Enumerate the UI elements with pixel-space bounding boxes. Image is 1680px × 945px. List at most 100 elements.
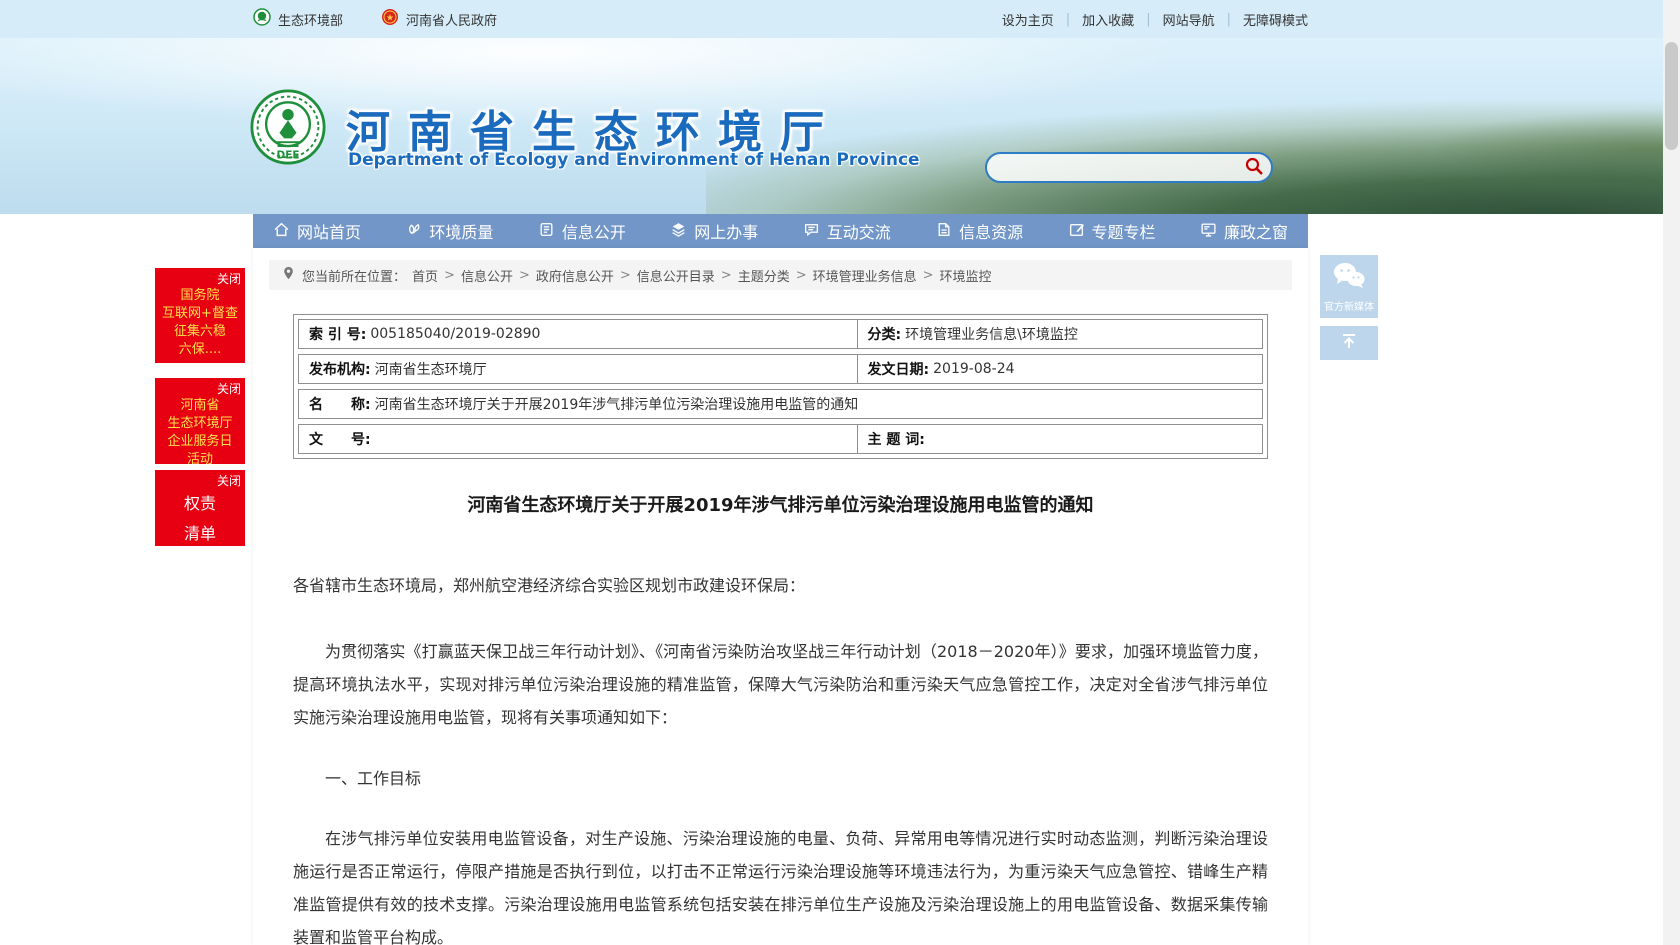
document-meta-table: 索 引 号: 005185040/2019-02890 分类: 环境管理业务信息… [293, 314, 1268, 459]
notice-line: 河南省 [155, 397, 245, 415]
home-icon [273, 221, 290, 242]
field-value: 河南省生态环境厅关于开展2019年涉气排污单位污染治理设施用电监管的通知 [375, 394, 859, 414]
notice-line: 国务院 [155, 287, 245, 305]
chat-icon [803, 221, 820, 242]
logo-abbr: DEE [277, 149, 300, 161]
dee-logo: DEE [250, 89, 326, 165]
notice-line: 企业服务日 [155, 433, 245, 451]
nav-item-environment-quality[interactable]: 环境质量 [405, 219, 493, 243]
separator: | [1146, 12, 1150, 27]
field-label: 分类: [868, 324, 902, 344]
table-row: 名 称: 河南省生态环境厅关于开展2019年涉气排污单位污染治理设施用电监管的通… [298, 389, 1263, 419]
breadcrumb-link[interactable]: 信息公开目录 [637, 266, 715, 285]
accessibility-mode-link[interactable]: 无障碍模式 [1243, 10, 1308, 29]
scrollbar-thumb[interactable] [1665, 42, 1678, 150]
issue-date-cell: 发文日期: 2019-08-24 [858, 355, 1262, 383]
nav-item-online-services[interactable]: 网上办事 [670, 219, 758, 243]
search-icon [1244, 156, 1264, 179]
breadcrumb-prefix: 您当前所在位置： [302, 266, 406, 285]
site-map-link[interactable]: 网站导航 [1163, 10, 1215, 29]
notice-line: 征集六稳 [155, 323, 245, 341]
category-cell: 分类: 环境管理业务信息\环境监控 [858, 320, 1262, 348]
breadcrumb-separator: > [923, 268, 934, 283]
breadcrumb-link[interactable]: 主题分类 [738, 266, 790, 285]
topbar: 生态环境部 ★ 河南省人民政府 设为主页 | 加入收藏 | 网站导航 | 无障碍… [0, 0, 1680, 38]
issuing-agency-cell: 发布机构: 河南省生态环境厅 [299, 355, 858, 383]
field-value: 005185040/2019-02890 [370, 326, 540, 342]
link-henan-gov-label: 河南省人民政府 [406, 10, 497, 29]
close-button[interactable]: 关闭 [155, 378, 245, 397]
nav-item-information-resources[interactable]: 信息资源 [935, 219, 1023, 243]
breadcrumb-link[interactable]: 政府信息公开 [536, 266, 614, 285]
nav-item-integrity-window[interactable]: 廉政之窗 [1200, 219, 1288, 243]
breadcrumb-link[interactable]: 信息公开 [461, 266, 513, 285]
field-label: 文 号: [309, 429, 371, 449]
mee-logo-icon [253, 8, 271, 30]
nav-label: 互动交流 [827, 219, 891, 243]
nav-label: 环境质量 [429, 219, 493, 243]
site-subtitle: Department of Ecology and Environment of… [348, 150, 920, 170]
location-pin-icon [281, 265, 296, 285]
nav-item-special-columns[interactable]: 专题专栏 [1068, 219, 1156, 243]
document-number-cell: 文 号: [299, 425, 858, 453]
field-label: 发文日期: [868, 359, 930, 379]
national-emblem-icon: ★ [381, 8, 399, 30]
wechat-widget-label: 官方新媒体 [1324, 298, 1374, 313]
nav-label: 信息资源 [959, 219, 1023, 243]
field-label: 索 引 号: [309, 324, 366, 344]
field-value: 2019-08-24 [933, 361, 1014, 377]
float-notice-enterprise-service-day[interactable]: 关闭 河南省 生态环境厅 企业服务日 活动 [155, 378, 245, 464]
search-box [985, 152, 1273, 183]
monitor-icon [1200, 221, 1217, 242]
article-section-heading: 一、工作目标 [293, 762, 1268, 795]
nav-label: 专题专栏 [1092, 219, 1156, 243]
nav-label: 廉政之窗 [1224, 219, 1288, 243]
add-favorite-link[interactable]: 加入收藏 [1082, 10, 1134, 29]
banner-landscape-image [706, 68, 1680, 214]
breadcrumb-separator: > [444, 268, 455, 283]
field-label: 主 题 词: [868, 429, 925, 449]
notice-line: 六保.... [155, 341, 245, 359]
separator: | [1227, 12, 1231, 27]
breadcrumb-link[interactable]: 环境监控 [940, 266, 992, 285]
nav-item-information-disclosure[interactable]: 信息公开 [538, 219, 626, 243]
back-to-top-button[interactable] [1320, 326, 1378, 360]
nav-label: 网上办事 [694, 219, 758, 243]
float-notice-guowuyuan[interactable]: 关闭 国务院 互联网+督查 征集六稳 六保.... [155, 268, 245, 363]
notice-line: 权责 [155, 489, 245, 519]
breadcrumb-separator: > [796, 268, 807, 283]
back-to-top-icon [1339, 331, 1359, 355]
link-mee[interactable]: 生态环境部 [253, 8, 343, 30]
nav-label: 网站首页 [297, 219, 361, 243]
index-number-cell: 索 引 号: 005185040/2019-02890 [299, 320, 858, 348]
nav-label: 信息公开 [562, 219, 626, 243]
file-icon [935, 221, 952, 242]
official-wechat-widget[interactable]: 官方新媒体 [1320, 255, 1378, 318]
breadcrumb-separator: > [721, 268, 732, 283]
search-input[interactable] [987, 154, 1237, 181]
close-button[interactable]: 关闭 [155, 470, 245, 489]
field-value: 环境管理业务信息\环境监控 [905, 324, 1078, 344]
search-button[interactable] [1237, 154, 1271, 181]
link-mee-label: 生态环境部 [278, 10, 343, 29]
set-homepage-link[interactable]: 设为主页 [1002, 10, 1054, 29]
subject-words-cell: 主 题 词: [858, 425, 1262, 453]
breadcrumb-link[interactable]: 环境管理业务信息 [813, 266, 917, 285]
main-nav: 网站首页 环境质量 信息公开 网上办事 互动交流 信息资源 专题专栏 廉政之窗 [253, 214, 1308, 248]
edit-icon [1068, 221, 1085, 242]
nav-item-interaction[interactable]: 互动交流 [803, 219, 891, 243]
notice-line: 互联网+督查 [155, 305, 245, 323]
float-notice-power-list[interactable]: 关闭 权责 清单 [155, 470, 245, 546]
close-button[interactable]: 关闭 [155, 268, 245, 287]
breadcrumb-link[interactable]: 首页 [412, 266, 438, 285]
field-value: 河南省生态环境厅 [375, 359, 487, 379]
nav-item-home[interactable]: 网站首页 [273, 219, 361, 243]
scrollbar-track[interactable] [1663, 0, 1680, 945]
document-icon [538, 221, 555, 242]
link-henan-gov[interactable]: ★ 河南省人民政府 [381, 8, 497, 30]
article-body: 各省辖市生态环境局，郑州航空港经济综合实验区规划市政建设环保局： 为贯彻落实《打… [253, 569, 1308, 945]
article-paragraph: 各省辖市生态环境局，郑州航空港经济综合实验区规划市政建设环保局： [293, 569, 1268, 602]
separator: | [1066, 12, 1070, 27]
article-title: 河南省生态环境厅关于开展2019年涉气排污单位污染治理设施用电监管的通知 [293, 495, 1268, 517]
table-row: 索 引 号: 005185040/2019-02890 分类: 环境管理业务信息… [298, 319, 1263, 349]
